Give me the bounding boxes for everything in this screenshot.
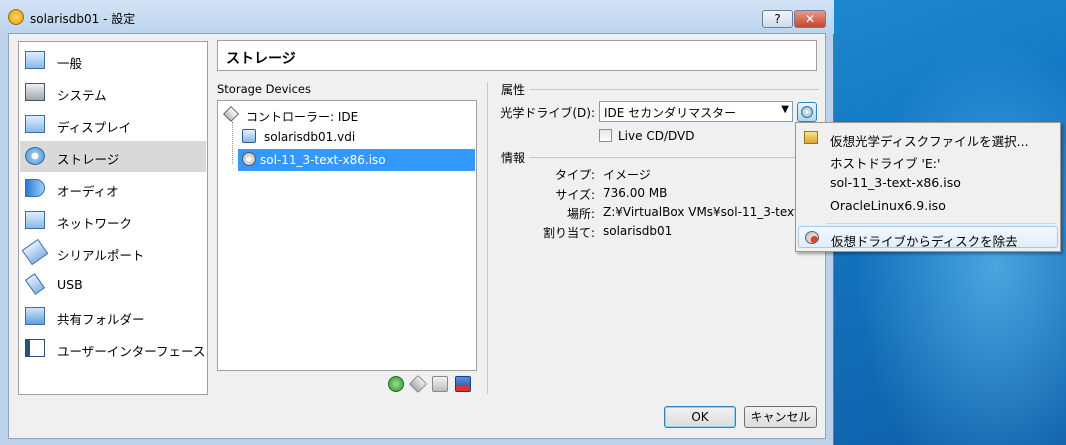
attributes-title: 属性	[501, 83, 526, 97]
info-rule	[529, 157, 819, 158]
nav-label: シリアルポート	[57, 248, 145, 263]
nav-label: ユーザーインターフェース	[57, 344, 206, 359]
type-label: タイプ:	[554, 168, 595, 182]
optical-disk-menu: 仮想光学ディスクファイルを選択... ホストドライブ 'E:' sol-11_3…	[795, 122, 1061, 252]
controller-icon	[223, 106, 239, 122]
menu-label: ホストドライブ 'E:'	[830, 156, 941, 171]
storage-devices-label: Storage Devices	[217, 82, 311, 96]
nav-item-general[interactable]: 一般	[20, 45, 206, 76]
nav-label: 一般	[57, 56, 83, 71]
size-label: サイズ:	[555, 188, 595, 202]
nav-item-serial-port[interactable]: シリアルポート	[20, 237, 206, 268]
dialog-body: 一般 システム ディスプレイ ストレージ オーディオ ネットワーク シリアルポー…	[8, 33, 826, 439]
menu-item-host-drive[interactable]: ホストドライブ 'E:'	[798, 149, 1058, 171]
optical-drive-select[interactable]: IDE セカンダリマスター ▼	[599, 101, 793, 122]
display-icon	[25, 115, 45, 133]
optical-disc-icon	[242, 152, 256, 166]
monitor-icon	[25, 51, 45, 69]
tree-item-vdi[interactable]: solarisdb01.vdi	[242, 126, 462, 148]
menu-item-sol-iso[interactable]: sol-11_3-text-x86.iso	[798, 171, 1058, 193]
nav-label: ネットワーク	[57, 216, 133, 231]
page-header: ストレージ	[217, 40, 817, 71]
menu-item-oracle-iso[interactable]: OracleLinux6.9.iso	[798, 194, 1058, 216]
chip-icon	[25, 83, 45, 101]
nav-item-storage[interactable]: ストレージ	[20, 141, 206, 172]
tree-label: コントローラー: IDE	[246, 110, 359, 124]
menu-separator	[826, 223, 1056, 224]
tree-connector	[232, 122, 233, 164]
nav-label: USB	[57, 277, 83, 292]
settings-window: solarisdb01 - 設定 ? ✕ 一般 システム ディスプレイ ストレー…	[0, 0, 834, 445]
help-button[interactable]: ?	[762, 10, 793, 28]
close-button[interactable]: ✕	[794, 10, 826, 28]
attributes-rule	[529, 89, 819, 90]
settings-nav: 一般 システム ディスプレイ ストレージ オーディオ ネットワーク シリアルポー…	[18, 41, 208, 395]
optical-drive-value: IDE セカンダリマスター	[604, 106, 737, 120]
live-cd-checkbox[interactable]	[599, 129, 612, 142]
folder-icon	[804, 131, 818, 144]
drive-label: 光学ドライブ(D):	[500, 106, 595, 120]
nav-item-display[interactable]: ディスプレイ	[20, 109, 206, 140]
network-icon	[25, 211, 45, 229]
menu-label: OracleLinux6.9.iso	[830, 198, 946, 213]
serial-port-icon	[21, 238, 49, 266]
location-value: Z:¥VirtualBox VMs¥sol-11_3-text-x86	[603, 205, 799, 219]
nav-label: ディスプレイ	[57, 120, 132, 135]
panel-divider	[487, 82, 488, 394]
title-bar[interactable]: solarisdb01 - 設定 ? ✕	[0, 0, 834, 34]
remove-disk-icon	[805, 231, 819, 244]
tree-label: sol-11_3-text-x86.iso	[260, 153, 386, 167]
menu-label: 仮想ドライブからディスクを除去	[831, 234, 1018, 249]
tree-controller-ide[interactable]: コントローラー: IDE	[223, 104, 464, 126]
nav-label: オーディオ	[57, 184, 119, 199]
tree-item-iso[interactable]: sol-11_3-text-x86.iso	[238, 149, 475, 171]
virtualbox-icon	[8, 9, 24, 25]
remove-controller-icon[interactable]	[408, 374, 428, 394]
remove-attachment-icon[interactable]	[455, 376, 471, 392]
nav-label: システム	[57, 88, 107, 103]
window-title: solarisdb01 - 設定	[30, 12, 136, 26]
nav-label: ストレージ	[57, 152, 120, 167]
ui-icon	[25, 339, 45, 357]
add-attachment-icon[interactable]	[432, 376, 448, 392]
type-value: イメージ	[603, 168, 651, 182]
size-value: 736.00 MB	[603, 186, 668, 200]
nav-item-usb[interactable]: USB	[20, 269, 206, 300]
page-title: ストレージ	[226, 51, 296, 67]
live-cd-label: Live CD/DVD	[618, 129, 695, 143]
optical-disc-icon	[801, 106, 813, 118]
info-title: 情報	[501, 151, 526, 165]
storage-tree[interactable]: コントローラー: IDE solarisdb01.vdi sol-11_3-te…	[217, 100, 477, 371]
hard-disk-icon	[242, 129, 256, 143]
menu-item-choose-file[interactable]: 仮想光学ディスクファイルを選択...	[798, 127, 1058, 149]
speaker-icon	[25, 179, 45, 197]
tree-label: solarisdb01.vdi	[264, 130, 356, 144]
folder-icon	[25, 307, 45, 325]
nav-item-audio[interactable]: オーディオ	[20, 173, 206, 204]
add-controller-icon[interactable]	[388, 376, 404, 392]
choose-disk-button[interactable]	[797, 102, 817, 122]
menu-item-remove-disk[interactable]: 仮想ドライブからディスクを除去	[798, 226, 1058, 249]
nav-item-shared-folders[interactable]: 共有フォルダー	[20, 301, 206, 332]
attached-value: solarisdb01	[603, 224, 673, 238]
chevron-down-icon: ▼	[781, 104, 789, 115]
cancel-button[interactable]: キャンセル	[744, 406, 817, 428]
usb-icon	[24, 273, 46, 295]
menu-label: 仮想光学ディスクファイルを選択...	[830, 134, 1029, 149]
storage-icon	[25, 147, 45, 165]
attached-label: 割り当て:	[542, 226, 595, 240]
location-label: 場所:	[566, 207, 595, 221]
menu-label: sol-11_3-text-x86.iso	[830, 175, 961, 190]
nav-item-system[interactable]: システム	[20, 77, 206, 108]
nav-label: 共有フォルダー	[57, 312, 145, 327]
ok-button[interactable]: OK	[664, 406, 736, 428]
nav-item-network[interactable]: ネットワーク	[20, 205, 206, 236]
nav-item-user-interface[interactable]: ユーザーインターフェース	[20, 333, 206, 364]
